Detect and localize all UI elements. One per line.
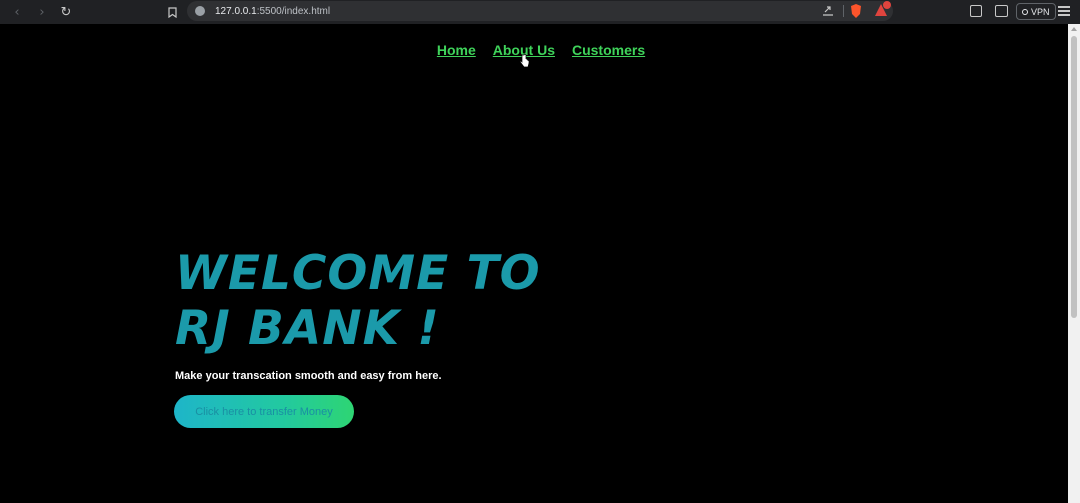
vpn-button[interactable]: VPN: [1016, 3, 1056, 20]
forward-icon[interactable]: ›: [32, 2, 52, 22]
url-text: 127.0.0.1:5500/index.html: [215, 5, 331, 17]
browser-toolbar: ‹ › ↻ 127.0.0.1:5500/index.html VPN: [0, 0, 1080, 24]
vpn-icon: [1022, 8, 1028, 15]
top-nav: Home About Us Customers: [0, 42, 1068, 58]
share-icon[interactable]: [821, 4, 835, 18]
menu-icon[interactable]: [1058, 6, 1070, 16]
hero-tagline: Make your transcation smooth and easy fr…: [175, 370, 442, 382]
scroll-up-icon[interactable]: [1071, 27, 1077, 31]
wallet-icon[interactable]: [995, 5, 1008, 17]
scrollbar[interactable]: [1068, 24, 1080, 503]
hand-cursor-icon: [519, 54, 529, 68]
sidebar-icon[interactable]: [970, 5, 982, 17]
site-info-icon[interactable]: [195, 6, 205, 16]
back-icon[interactable]: ‹: [7, 2, 27, 22]
address-bar[interactable]: 127.0.0.1:5500/index.html: [187, 1, 893, 21]
hero-title: WELCOME TO RJ BANK !: [175, 246, 595, 356]
bookmark-icon[interactable]: [164, 3, 180, 21]
hero-title-line2: RJ BANK !: [175, 301, 440, 356]
nav-link-customers[interactable]: Customers: [572, 42, 645, 58]
hero-title-line1: WELCOME TO: [175, 246, 541, 301]
scrollbar-thumb[interactable]: [1071, 36, 1077, 318]
reload-icon[interactable]: ↻: [56, 2, 76, 22]
vpn-label: VPN: [1031, 6, 1050, 17]
page: Home About Us Customers WELCOME TO RJ BA…: [0, 24, 1068, 503]
divider: [843, 5, 844, 17]
notification-badge: [883, 1, 891, 9]
nav-link-home[interactable]: Home: [437, 42, 476, 58]
transfer-money-button[interactable]: Click here to transfer Money: [174, 395, 354, 428]
brave-shields-icon[interactable]: [849, 3, 863, 19]
